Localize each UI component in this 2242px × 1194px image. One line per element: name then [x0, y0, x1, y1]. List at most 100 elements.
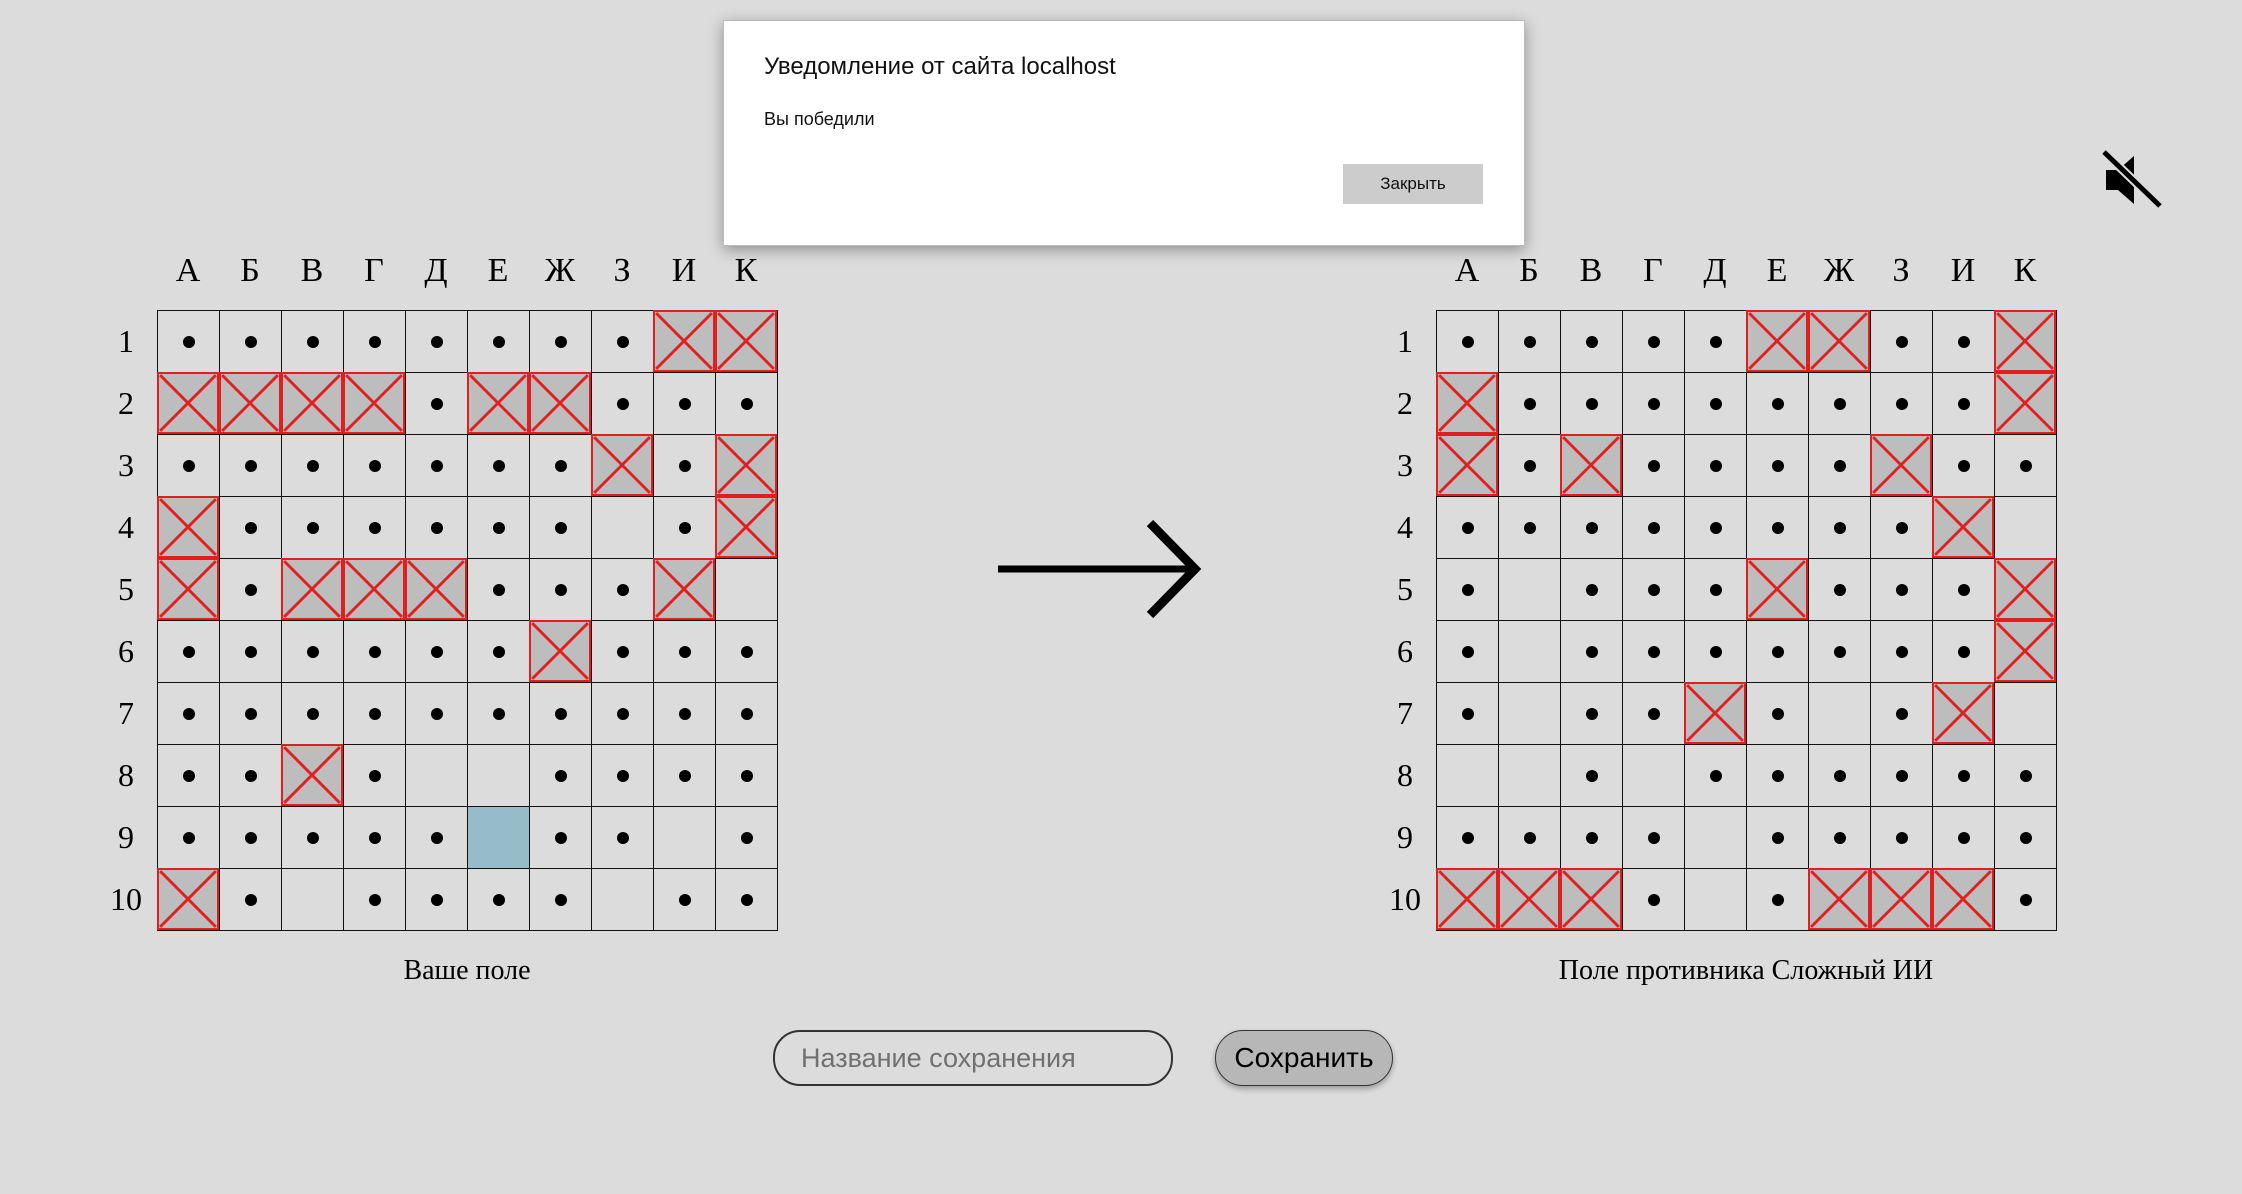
grid-cell-miss[interactable] [591, 372, 653, 434]
grid-cell-miss[interactable] [1746, 868, 1808, 930]
grid-cell-empty[interactable] [1498, 682, 1560, 744]
grid-cell-miss[interactable] [343, 806, 405, 868]
grid-cell-miss[interactable] [1436, 496, 1498, 558]
grid-cell-miss[interactable] [343, 682, 405, 744]
grid-cell-miss[interactable] [219, 682, 281, 744]
grid-cell-miss[interactable] [715, 744, 777, 806]
grid-cell-miss[interactable] [529, 682, 591, 744]
grid-cell-miss[interactable] [529, 558, 591, 620]
grid-cell-miss[interactable] [1560, 682, 1622, 744]
grid-cell-miss[interactable] [467, 682, 529, 744]
grid-cell-miss[interactable] [343, 744, 405, 806]
grid-cell-hit[interactable] [157, 868, 219, 930]
grid-cell-miss[interactable] [1498, 372, 1560, 434]
grid-cell-hit[interactable] [343, 558, 405, 620]
grid-cell-hit[interactable] [1808, 868, 1870, 930]
grid-cell-hit[interactable] [157, 558, 219, 620]
grid-cell-miss[interactable] [467, 310, 529, 372]
grid-cell-empty[interactable] [281, 868, 343, 930]
grid-cell-miss[interactable] [467, 434, 529, 496]
grid-cell-miss[interactable] [1932, 620, 1994, 682]
grid-cell-miss[interactable] [715, 682, 777, 744]
grid-cell-miss[interactable] [1746, 372, 1808, 434]
grid-cell-miss[interactable] [1684, 372, 1746, 434]
grid-cell-empty[interactable] [405, 744, 467, 806]
grid-cell-miss[interactable] [219, 806, 281, 868]
grid-cell-miss[interactable] [1808, 372, 1870, 434]
grid-cell-miss[interactable] [529, 310, 591, 372]
grid-cell-hit[interactable] [1560, 434, 1622, 496]
grid-cell-miss[interactable] [1436, 558, 1498, 620]
grid-cell-hit[interactable] [715, 310, 777, 372]
grid-cell-miss[interactable] [1622, 434, 1684, 496]
grid-cell-miss[interactable] [1746, 744, 1808, 806]
grid-cell-miss[interactable] [405, 868, 467, 930]
grid-cell-miss[interactable] [653, 372, 715, 434]
grid-cell-miss[interactable] [1622, 806, 1684, 868]
grid-cell-miss[interactable] [1870, 310, 1932, 372]
grid-cell-hit[interactable] [1684, 682, 1746, 744]
grid-cell-miss[interactable] [1808, 806, 1870, 868]
grid-cell-miss[interactable] [1870, 620, 1932, 682]
grid-cell-miss[interactable] [1870, 682, 1932, 744]
grid-cell-miss[interactable] [1498, 310, 1560, 372]
grid-cell-miss[interactable] [1622, 372, 1684, 434]
grid-cell-miss[interactable] [467, 496, 529, 558]
grid-cell-miss[interactable] [591, 620, 653, 682]
grid-cell-miss[interactable] [1560, 620, 1622, 682]
grid-cell-miss[interactable] [715, 806, 777, 868]
grid-cell-miss[interactable] [1994, 434, 2056, 496]
grid-cell-miss[interactable] [1560, 496, 1622, 558]
grid-cell-hit[interactable] [219, 372, 281, 434]
grid-cell-empty[interactable] [591, 496, 653, 558]
grid-cell-hit[interactable] [1808, 310, 1870, 372]
grid-cell-hit[interactable] [1746, 310, 1808, 372]
grid-cell-hit[interactable] [1932, 496, 1994, 558]
grid-cell-hit[interactable] [529, 372, 591, 434]
save-button[interactable]: Сохранить [1215, 1030, 1393, 1086]
grid-cell-hit[interactable] [1560, 868, 1622, 930]
grid-cell-miss[interactable] [1436, 682, 1498, 744]
grid-cell-miss[interactable] [281, 434, 343, 496]
grid-cell-miss[interactable] [653, 868, 715, 930]
grid-cell-empty[interactable] [1498, 744, 1560, 806]
grid-cell-miss[interactable] [1870, 558, 1932, 620]
grid-cell-empty[interactable] [1436, 744, 1498, 806]
grid-cell-hit[interactable] [281, 372, 343, 434]
grid-cell-miss[interactable] [405, 434, 467, 496]
dialog-close-button[interactable]: Закрыть [1343, 164, 1483, 204]
grid-cell-miss[interactable] [467, 620, 529, 682]
grid-cell-empty[interactable] [1808, 682, 1870, 744]
grid-cell-hit[interactable] [1870, 434, 1932, 496]
grid-cell-miss[interactable] [281, 620, 343, 682]
grid-cell-miss[interactable] [1560, 806, 1622, 868]
grid-cell-miss[interactable] [1436, 806, 1498, 868]
grid-cell-hit[interactable] [1932, 868, 1994, 930]
grid-cell-miss[interactable] [1684, 558, 1746, 620]
grid-cell-hit[interactable] [715, 496, 777, 558]
grid-cell-miss[interactable] [653, 496, 715, 558]
grid-cell-miss[interactable] [281, 496, 343, 558]
grid-cell-miss[interactable] [219, 868, 281, 930]
grid-cell-empty[interactable] [1498, 620, 1560, 682]
grid-cell-miss[interactable] [1932, 806, 1994, 868]
grid-cell-miss[interactable] [715, 868, 777, 930]
grid-cell-empty[interactable] [467, 744, 529, 806]
grid-cell-miss[interactable] [157, 806, 219, 868]
grid-cell-miss[interactable] [591, 558, 653, 620]
grid-cell-ship[interactable] [467, 806, 529, 868]
grid-cell-miss[interactable] [1560, 310, 1622, 372]
grid-cell-miss[interactable] [405, 682, 467, 744]
grid-cell-miss[interactable] [1932, 310, 1994, 372]
grid-cell-miss[interactable] [1870, 372, 1932, 434]
grid-cell-miss[interactable] [1560, 372, 1622, 434]
grid-cell-miss[interactable] [343, 310, 405, 372]
grid-cell-hit[interactable] [281, 744, 343, 806]
grid-cell-miss[interactable] [529, 806, 591, 868]
grid-cell-miss[interactable] [405, 372, 467, 434]
grid-cell-miss[interactable] [1684, 620, 1746, 682]
grid-cell-hit[interactable] [1994, 620, 2056, 682]
grid-cell-empty[interactable] [591, 868, 653, 930]
grid-cell-empty[interactable] [1684, 868, 1746, 930]
grid-cell-miss[interactable] [405, 310, 467, 372]
